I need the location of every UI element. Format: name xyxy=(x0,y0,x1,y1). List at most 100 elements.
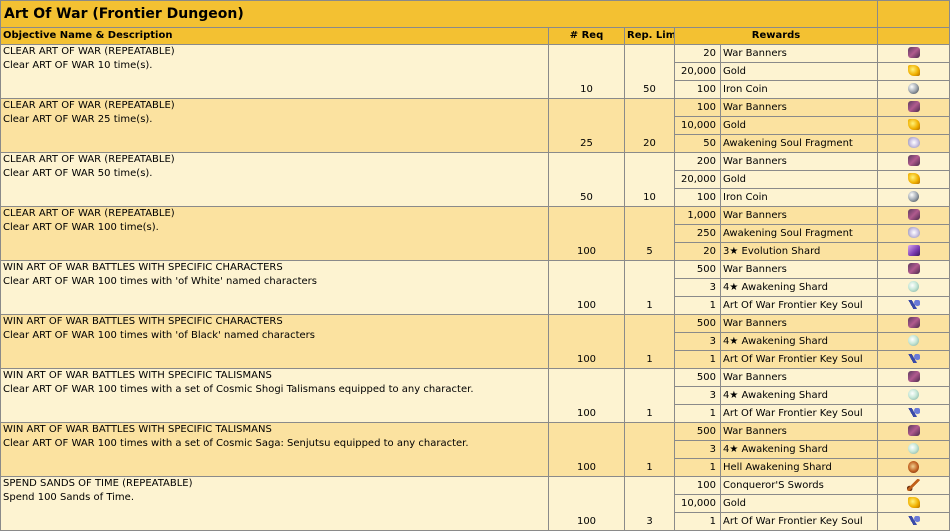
gold-icon xyxy=(907,119,920,130)
reward-qty: 20,000 xyxy=(674,170,721,189)
war-banners-icon xyxy=(907,263,920,274)
table-row: WIN ART OF WAR BATTLES WITH SPECIFIC CHA… xyxy=(0,260,950,315)
reward-item: Art Of War Frontier Key Soul xyxy=(719,296,879,315)
objective-cell: SPEND SANDS OF TIME (REPEATABLE) Spend 10… xyxy=(0,476,549,531)
soul-fragment-icon xyxy=(907,227,920,238)
req-cell: 10 xyxy=(548,44,625,99)
key-soul-icon xyxy=(907,408,921,417)
table-row: CLEAR ART OF WAR (REPEATABLE) Clear ART O… xyxy=(0,44,950,99)
war-banners-icon xyxy=(907,155,920,166)
reward-icon-cell xyxy=(877,260,950,279)
war-banners-icon xyxy=(907,101,920,112)
reward-item: 4★ Awakening Shard xyxy=(719,332,879,351)
reward-item: War Banners xyxy=(719,422,879,441)
reward-qty: 1 xyxy=(674,404,721,423)
table-row: CLEAR ART OF WAR (REPEATABLE) Clear ART O… xyxy=(0,152,950,207)
limit-cell: 3 xyxy=(624,476,675,531)
reward-icon-cell xyxy=(877,206,950,225)
limit-cell: 1 xyxy=(624,422,675,477)
reward-icon-cell xyxy=(877,476,950,495)
reward-icon-cell xyxy=(877,152,950,171)
soul-fragment-icon xyxy=(907,137,920,148)
reward-item: 4★ Awakening Shard xyxy=(719,440,879,459)
objective-description: Clear ART OF WAR 50 time(s). xyxy=(3,168,153,179)
war-banners-icon xyxy=(907,317,920,328)
reward-qty: 1 xyxy=(674,296,721,315)
war-banners-icon xyxy=(907,425,920,436)
limit-cell: 20 xyxy=(624,98,675,153)
objective-name: CLEAR ART OF WAR (REPEATABLE) xyxy=(3,154,175,165)
reward-icon-cell xyxy=(877,80,950,99)
key-soul-icon xyxy=(907,300,921,309)
reward-icon-cell xyxy=(877,512,950,531)
req-cell: 100 xyxy=(548,368,625,423)
objective-description: Clear ART OF WAR 100 times with a set of… xyxy=(3,384,474,395)
reward-icon-cell xyxy=(877,314,950,333)
reward-icon-cell xyxy=(877,62,950,81)
req-cell: 100 xyxy=(548,206,625,261)
reward-icon-cell xyxy=(877,386,950,405)
reward-qty: 1 xyxy=(674,350,721,369)
rewards-table: Art Of War (Frontier Dungeon) Objective … xyxy=(0,0,950,531)
conquerors-swords-icon xyxy=(907,478,921,491)
objective-cell: CLEAR ART OF WAR (REPEATABLE) Clear ART O… xyxy=(0,206,549,261)
reward-item: War Banners xyxy=(719,98,879,117)
awakening-shard-icon xyxy=(908,335,920,346)
reward-qty: 100 xyxy=(674,80,721,99)
reward-item: Art Of War Frontier Key Soul xyxy=(719,350,879,369)
objective-cell: WIN ART OF WAR BATTLES WITH SPECIFIC CHA… xyxy=(0,260,549,315)
reward-item: War Banners xyxy=(719,44,879,63)
reward-item: Awakening Soul Fragment xyxy=(719,134,879,153)
war-banners-icon xyxy=(907,209,920,220)
req-cell: 100 xyxy=(548,260,625,315)
reward-qty: 3 xyxy=(674,278,721,297)
reward-item: Conqueror'S Swords xyxy=(719,476,879,495)
reward-qty: 20 xyxy=(674,242,721,261)
hell-awakening-shard-icon xyxy=(908,460,920,473)
objective-cell: CLEAR ART OF WAR (REPEATABLE) Clear ART O… xyxy=(0,44,549,99)
limit-cell: 10 xyxy=(624,152,675,207)
reward-item: Gold xyxy=(719,494,879,513)
reward-qty: 50 xyxy=(674,134,721,153)
reward-icon-cell xyxy=(877,224,950,243)
objective-name: WIN ART OF WAR BATTLES WITH SPECIFIC CHA… xyxy=(3,262,283,273)
limit-cell: 50 xyxy=(624,44,675,99)
table-row: CLEAR ART OF WAR (REPEATABLE) Clear ART O… xyxy=(0,98,950,153)
objective-description: Clear ART OF WAR 100 times with 'of Blac… xyxy=(3,330,315,341)
req-cell: 50 xyxy=(548,152,625,207)
objective-cell: CLEAR ART OF WAR (REPEATABLE) Clear ART O… xyxy=(0,152,549,207)
objective-description: Clear ART OF WAR 10 time(s). xyxy=(3,60,153,71)
reward-qty: 1 xyxy=(674,458,721,477)
reward-qty: 10,000 xyxy=(674,494,721,513)
req-cell: 100 xyxy=(548,476,625,531)
reward-icon-cell xyxy=(877,422,950,441)
objective-name: WIN ART OF WAR BATTLES WITH SPECIFIC CHA… xyxy=(3,316,283,327)
reward-item: War Banners xyxy=(719,314,879,333)
header-row: Objective Name & Description # Req Rep. … xyxy=(0,27,950,45)
reward-icon-cell xyxy=(877,368,950,387)
reward-qty: 200 xyxy=(674,152,721,171)
reward-icon-cell xyxy=(877,404,950,423)
awakening-shard-icon xyxy=(908,389,920,400)
objective-name: SPEND SANDS OF TIME (REPEATABLE) xyxy=(3,478,193,489)
limit-cell: 1 xyxy=(624,368,675,423)
key-soul-icon xyxy=(907,354,921,363)
objective-cell: WIN ART OF WAR BATTLES WITH SPECIFIC TAL… xyxy=(0,368,549,423)
req-cell: 100 xyxy=(548,422,625,477)
reward-icon-cell xyxy=(877,494,950,513)
reward-qty: 3 xyxy=(674,440,721,459)
reward-qty: 500 xyxy=(674,368,721,387)
reward-qty: 500 xyxy=(674,314,721,333)
objective-name: WIN ART OF WAR BATTLES WITH SPECIFIC TAL… xyxy=(3,370,272,381)
reward-item: 4★ Awakening Shard xyxy=(719,278,879,297)
gold-icon xyxy=(907,173,920,184)
reward-qty: 3 xyxy=(674,386,721,405)
reward-item: Awakening Soul Fragment xyxy=(719,224,879,243)
reward-item: War Banners xyxy=(719,206,879,225)
req-cell: 100 xyxy=(548,314,625,369)
header-rewards: Rewards xyxy=(673,27,879,45)
reward-qty: 500 xyxy=(674,260,721,279)
reward-item: War Banners xyxy=(719,152,879,171)
objective-cell: CLEAR ART OF WAR (REPEATABLE) Clear ART O… xyxy=(0,98,549,153)
reward-item: 3★ Evolution Shard xyxy=(719,242,879,261)
